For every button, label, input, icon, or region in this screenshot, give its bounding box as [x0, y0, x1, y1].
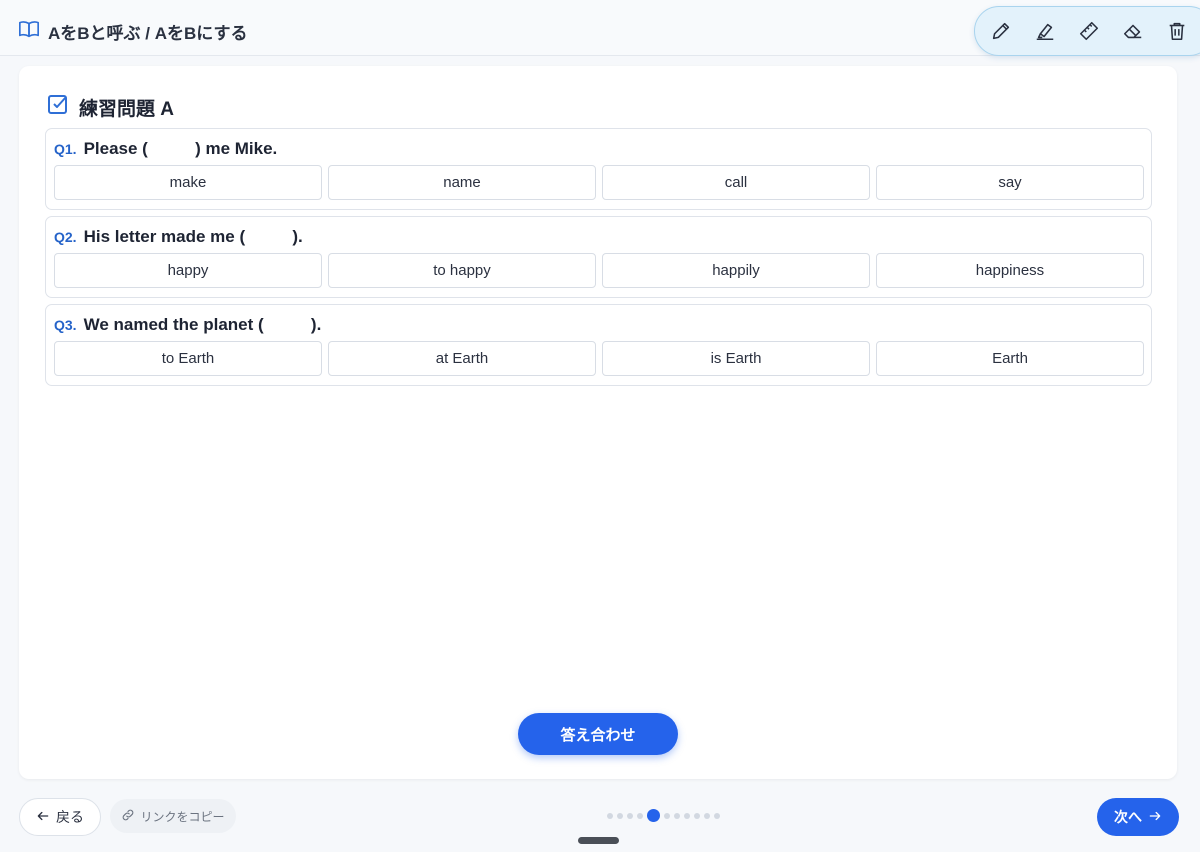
lesson-title-text: AをBと呼ぶ / AをBにする [48, 24, 248, 43]
choice-button[interactable]: happily [602, 253, 870, 288]
arrow-right-icon [1148, 809, 1162, 826]
lesson-title: AをBと呼ぶ / AをBにする [18, 18, 247, 45]
page-dot[interactable] [637, 812, 643, 819]
page-dot[interactable] [704, 812, 710, 819]
choice-button[interactable]: happiness [876, 253, 1144, 288]
highlighter-icon[interactable] [1033, 19, 1057, 43]
section-title: 練習問題 A [79, 98, 175, 120]
eraser-icon[interactable] [1121, 19, 1145, 43]
page-dot[interactable] [627, 812, 633, 819]
page-dot[interactable] [684, 812, 690, 819]
copy-link-button[interactable]: リンクをコピー [110, 799, 236, 833]
check-answers-button[interactable]: 答え合わせ [518, 713, 678, 755]
question-card: Q2. His letter made me ( ). happy to hap… [45, 216, 1152, 298]
choice-button[interactable]: to Earth [54, 341, 322, 376]
page-dot-active[interactable] [647, 809, 660, 822]
choice-group: to Earth at Earth is Earth Earth [54, 341, 1144, 376]
ruler-icon[interactable] [1077, 19, 1101, 43]
checkbox-icon [46, 92, 70, 122]
page-indicator [607, 809, 720, 822]
exercise-card: 練習問題 A Q1. Please ( ) me Mike. make name… [19, 66, 1177, 779]
section-heading: 練習問題 A [46, 92, 174, 122]
choice-group: make name call say [54, 165, 1144, 200]
question-card: Q3. We named the planet ( ). to Earth at… [45, 304, 1152, 386]
trash-icon[interactable] [1165, 19, 1189, 43]
page-dot[interactable] [607, 812, 613, 819]
choice-button[interactable]: call [602, 165, 870, 200]
back-button[interactable]: 戻る [19, 798, 101, 836]
next-button[interactable]: 次へ [1097, 798, 1179, 836]
question-card: Q1. Please ( ) me Mike. make name call s… [45, 128, 1152, 210]
question-number: Q3. [54, 317, 77, 333]
choice-button[interactable]: make [54, 165, 322, 200]
page-dot[interactable] [617, 812, 623, 819]
copy-link-label: リンクをコピー [140, 809, 225, 824]
choice-button[interactable]: to happy [328, 253, 596, 288]
back-label: 戻る [56, 809, 84, 825]
link-icon [121, 808, 135, 825]
question-text: We named the planet ( ). [83, 315, 322, 334]
choice-button[interactable]: happy [54, 253, 322, 288]
choice-button[interactable]: is Earth [602, 341, 870, 376]
next-label: 次へ [1114, 809, 1142, 825]
choice-button[interactable]: at Earth [328, 341, 596, 376]
open-book-icon [18, 18, 40, 45]
page-dot[interactable] [694, 812, 700, 819]
drawing-toolbar [974, 6, 1200, 56]
choice-button[interactable]: Earth [876, 341, 1144, 376]
page-dot[interactable] [664, 812, 670, 819]
pencil-icon[interactable] [989, 19, 1013, 43]
arrow-left-icon [36, 809, 50, 826]
choice-group: happy to happy happily happiness [54, 253, 1144, 288]
question-text: Please ( ) me Mike. [83, 139, 278, 158]
choice-button[interactable]: say [876, 165, 1144, 200]
question-number: Q2. [54, 229, 77, 245]
choice-button[interactable]: name [328, 165, 596, 200]
page-dot[interactable] [714, 812, 720, 819]
home-indicator [578, 837, 619, 844]
question-number: Q1. [54, 141, 77, 157]
page-dot[interactable] [674, 812, 680, 819]
question-text: His letter made me ( ). [83, 227, 303, 246]
